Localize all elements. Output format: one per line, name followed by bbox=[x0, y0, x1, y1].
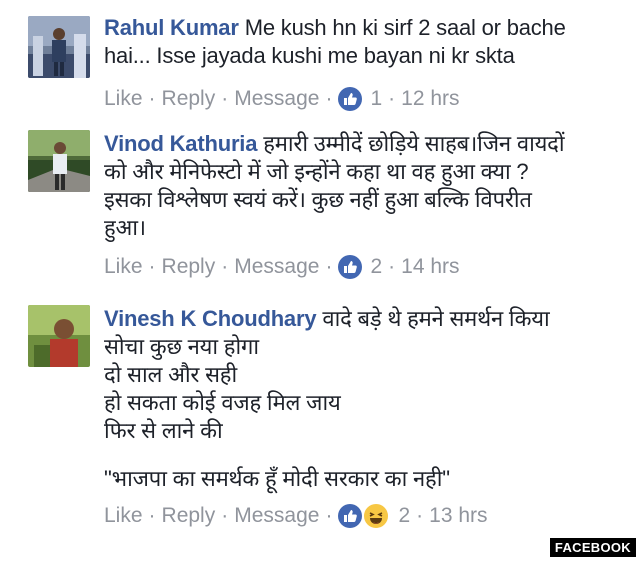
comment-line: Me kush hn ki sirf 2 saal or bache bbox=[244, 15, 566, 40]
comment-line: दो साल और सही bbox=[104, 362, 237, 387]
comment-author[interactable]: Vinod Kathuria bbox=[104, 131, 257, 156]
separator: · bbox=[325, 504, 333, 527]
separator: · bbox=[325, 87, 333, 110]
separator: · bbox=[221, 255, 229, 278]
comment-quote: "भाजपा का समर्थक हूँ मोदी सरकार का नही" bbox=[104, 466, 450, 491]
like-link[interactable]: Like bbox=[104, 252, 143, 282]
comment-text: Vinod Kathuria हमारी उम्मीदें छोड़िये साह… bbox=[104, 130, 626, 242]
like-link[interactable]: Like bbox=[104, 84, 143, 114]
comment-actions: Like · Reply · Message · 2 · 13 hrs bbox=[104, 501, 626, 531]
separator: · bbox=[148, 87, 156, 110]
like-icon[interactable] bbox=[338, 255, 363, 279]
separator: · bbox=[148, 504, 156, 527]
reply-link[interactable]: Reply bbox=[162, 501, 216, 531]
reaction-count[interactable]: 1 bbox=[370, 84, 382, 114]
comment-actions: Like · Reply · Message · 2 · 14 hrs bbox=[104, 252, 626, 282]
like-icon[interactable] bbox=[338, 504, 363, 528]
message-link[interactable]: Message bbox=[234, 252, 319, 282]
avatar[interactable] bbox=[28, 16, 90, 78]
reply-link[interactable]: Reply bbox=[162, 84, 216, 114]
timestamp[interactable]: 13 hrs bbox=[429, 501, 487, 531]
separator: · bbox=[221, 504, 229, 527]
avatar[interactable] bbox=[28, 305, 90, 367]
comment-line: हमारी उम्मीदें छोड़िये साहब।जिन वायदों bbox=[263, 131, 565, 156]
like-icon[interactable] bbox=[338, 87, 363, 111]
comment-line: वादे बड़े थे हमने समर्थन किया bbox=[322, 306, 550, 331]
comment-line: hai... Isse jayada kushi me bayan ni kr … bbox=[104, 43, 515, 68]
comment-line: को और मेनिफेस्टो में जो इन्होंने कहा था … bbox=[104, 159, 529, 184]
comment-line: इसका विश्लेषण स्वयं करें। कुछ नहीं हुआ ब… bbox=[104, 187, 532, 212]
reaction-count[interactable]: 2 bbox=[398, 501, 410, 531]
separator: · bbox=[221, 87, 229, 110]
comment-author[interactable]: Vinesh K Choudhary bbox=[104, 306, 317, 331]
comment-author[interactable]: Rahul Kumar bbox=[104, 15, 239, 40]
haha-icon[interactable] bbox=[362, 502, 391, 530]
separator: · bbox=[325, 255, 333, 278]
like-link[interactable]: Like bbox=[104, 501, 143, 531]
reply-link[interactable]: Reply bbox=[162, 252, 216, 282]
separator: · bbox=[148, 255, 156, 278]
timestamp[interactable]: 12 hrs bbox=[401, 84, 459, 114]
comment-line: फिर से लाने की bbox=[104, 418, 223, 443]
comment-actions: Like · Reply · Message · 1 · 12 hrs bbox=[104, 84, 626, 114]
separator: · bbox=[388, 87, 396, 110]
timestamp[interactable]: 14 hrs bbox=[401, 252, 459, 282]
avatar[interactable] bbox=[28, 130, 90, 192]
separator: · bbox=[416, 504, 424, 527]
reaction-count[interactable]: 2 bbox=[370, 252, 382, 282]
facebook-watermark: FACEBOOK bbox=[549, 538, 636, 557]
message-link[interactable]: Message bbox=[234, 84, 319, 114]
comment-line: सोचा कुछ नया होगा bbox=[104, 334, 259, 359]
comment-text: Rahul Kumar Me kush hn ki sirf 2 saal or … bbox=[104, 14, 626, 70]
comment-line: हुआ। bbox=[104, 215, 146, 240]
comment-line: हो सकता कोई वजह मिल जाय bbox=[104, 390, 341, 415]
comment-text: Vinesh K Choudhary वादे बड़े थे हमने समर्… bbox=[104, 305, 626, 493]
message-link[interactable]: Message bbox=[234, 501, 319, 531]
separator: · bbox=[388, 255, 396, 278]
